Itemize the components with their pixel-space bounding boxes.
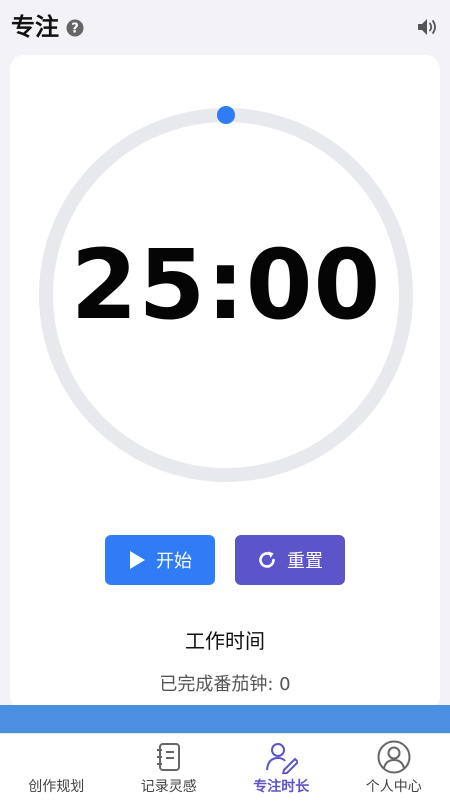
reset-button[interactable]: 重置 — [235, 535, 345, 585]
tab-profile[interactable]: 个人中心 — [338, 734, 450, 801]
bottom-tabbar: 创作规划 记录灵感 专注时长 个人中心 — [0, 733, 450, 801]
svg-text:?: ? — [71, 22, 79, 37]
speaker-volume-icon[interactable] — [416, 16, 440, 38]
mode-label: 工作时间 — [0, 626, 450, 656]
tab-inspiration[interactable]: 记录灵感 — [113, 734, 226, 801]
tab-focus[interactable]: 专注时长 — [225, 734, 338, 801]
tab-label: 创作规划 — [0, 776, 113, 796]
tab-label: 个人中心 — [338, 776, 450, 796]
person-edit-icon — [264, 740, 298, 774]
play-icon — [128, 550, 146, 570]
completed-count: 已完成番茄钟: 0 — [0, 672, 450, 698]
header: 专注 ? — [0, 0, 450, 55]
page-title: 专注 — [11, 12, 59, 42]
tab-label: 专注时长 — [225, 776, 338, 796]
refresh-icon — [257, 550, 277, 570]
tab-planning[interactable]: 创作规划 — [0, 734, 113, 801]
progress-knob[interactable] — [217, 106, 235, 124]
tab-label: 记录灵感 — [113, 776, 226, 796]
timer-display: 25:00 — [36, 230, 416, 340]
start-button[interactable]: 开始 — [105, 535, 215, 585]
start-button-label: 开始 — [156, 547, 192, 573]
reset-button-label: 重置 — [287, 547, 323, 573]
blue-band — [0, 705, 450, 733]
notebook-icon — [152, 740, 186, 774]
question-circle-icon[interactable]: ? — [66, 19, 84, 37]
user-circle-icon — [377, 740, 411, 774]
